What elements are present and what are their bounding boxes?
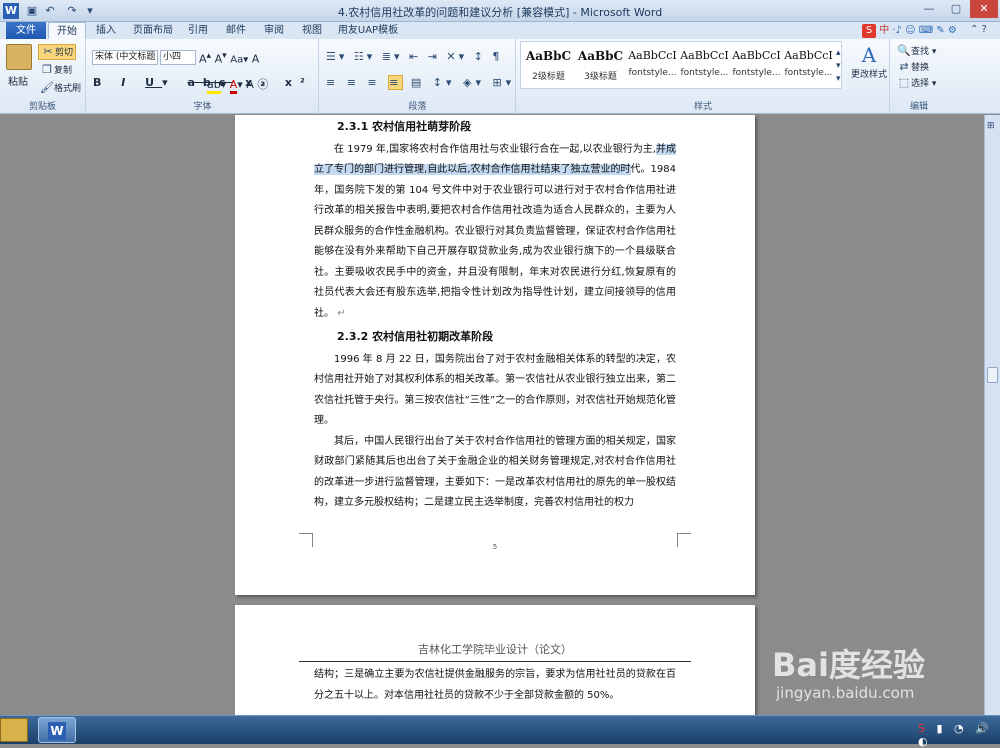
ribbon-tabs: 文件 开始 插入 页面布局 引用 邮件 审阅 视图 用友UAP模板 S 中 ·♪… [0,22,1000,39]
change-styles-icon: A [861,43,877,67]
font-format-buttons[interactable]: B I U▾ abc x₂ x² [93,76,313,89]
ime-icons: ·♪ ☺ ⌨ ✎ ⚙ [892,25,957,36]
tab-references[interactable]: 引用 [180,22,216,39]
window-title: 4.农村信用社改革的问题和建议分析 [兼容模式] - Microsoft Wor… [337,6,663,19]
paragraph: 在 1979 年,国家将农村合作信用社与农业银行合在一起,以农业银行为主,并成立… [314,143,677,319]
paste-button[interactable]: 粘贴 [8,73,28,88]
font-color-buttons[interactable]: ab▾ A▾ A ⓐ [207,76,268,94]
system-tray-icons[interactable]: S ▮ ◔ 🔊 ◐ [918,722,1000,748]
tab-insert[interactable]: 插入 [88,22,124,39]
style-fontstyle-3[interactable]: AaBbCcI fontstyle... [731,45,782,87]
replace-button[interactable]: ⇄ 替换 [897,60,929,74]
ribbon-help-icon[interactable]: ⌃ ? [970,24,987,35]
watermark-url: jingyan.baidu.com [776,684,915,702]
replace-icon: ⇄ [899,60,909,73]
paste-icon[interactable] [6,44,32,70]
maximize-button[interactable]: ▢ [943,0,969,18]
word-taskbar-button[interactable]: W [38,717,76,743]
folder-icon[interactable] [0,718,28,742]
find-button[interactable]: 🔍查找 ▾ [897,44,936,58]
tab-file[interactable]: 文件 [6,22,46,39]
select-icon: ⬚ [898,76,910,89]
select-button[interactable]: ⬚ 选择 ▾ [897,76,937,90]
clipboard-group-label: 剪贴板 [28,102,56,112]
heading-2-3-2: 2.3.2 农村信用社初期改革阶段 [337,330,494,343]
align-buttons[interactable]: ≡ ≡ ≡ ≡ ▤ ↕▾ ◈▾ ⊞▾ [326,75,515,90]
word-icon: W [48,722,66,740]
style-heading-3[interactable]: AaBbC 3级标题 [575,45,626,87]
brush-icon: 🖌 [40,81,54,94]
change-styles-button[interactable]: A 更改样式 [850,43,888,80]
tab-page-layout[interactable]: 页面布局 [128,22,178,39]
format-painter-button[interactable]: 🖌格式刷 [40,81,81,95]
title-bar: W ▣ ↶ ↷ ▾ 4.农村信用社改革的问题和建议分析 [兼容模式] - Mic… [0,0,1000,22]
paragraph: 1996 年 8 月 22 日，国务院出台了对于农村金融相关体系的转型的决定，农… [314,353,676,427]
paragraph[interactable]: 结构；三是确立主要为农信社提供金融服务的宗旨，要求为信用社社员的贷款在百分之五十… [314,665,676,706]
paragraph-group: ☰▾ ☷▾ ≣▾ ⇤ ⇥ ✕▾ ↕ ¶ ≡ ≡ ≡ ≡ ▤ ↕▾ ◈▾ ⊞▾ 段… [320,39,516,114]
font-group: 宋体 (中文标题 小四 A▴ A▾ Aa▾ A B I U▾ abc x₂ x²… [87,39,319,114]
close-button[interactable]: ✕ [970,0,998,18]
page-6: 吉林化工学院毕业设计（论文） 结构；三是确立主要为农信社提供金融服务的宗旨，要求… [235,605,755,715]
tab-mailings[interactable]: 邮件 [218,22,254,39]
styles-group-label: 样式 [693,102,712,112]
ribbon-home: 粘贴 ✂ 剪切 ❐ 复制 🖌格式刷 剪贴板 宋体 (中文标题 小四 A▴ A▾ Aa… [0,39,1000,114]
watermark-brand: Bai度经验 [772,646,925,684]
scissors-icon: ✂ [43,45,53,58]
tab-review[interactable]: 审阅 [256,22,292,39]
page-5: 2.3.1 农村信用社萌芽阶段 在 1979 年,国家将农村合作信用社与农业银行… [235,115,755,595]
list-buttons[interactable]: ☰▾ ☷▾ ≣▾ ⇤ ⇥ ✕▾ ↕ ¶ [326,50,502,63]
clipboard-group: 粘贴 ✂ 剪切 ❐ 复制 🖌格式刷 剪贴板 [0,39,86,114]
ime-toolbar[interactable]: S 中 ·♪ ☺ ⌨ ✎ ⚙ [862,22,962,39]
vertical-scrollbar[interactable]: ⊞ [984,115,1000,715]
styles-group: AaBbC 2级标题 AaBbC 3级标题 AaBbCcI fontstyle... … [517,39,890,114]
ruler-toggle-icon[interactable]: ⊞ [987,121,995,131]
editing-group: 🔍查找 ▾ ⇄ 替换 ⬚ 选择 ▾ 编辑 [891,39,947,114]
style-fontstyle-4[interactable]: AaBbCcI fontstyle... [783,45,834,87]
document-area[interactable]: 2.3.1 农村信用社萌芽阶段 在 1979 年,国家将农村合作信用社与农业银行… [0,115,984,715]
paragraph: 其后，中国人民银行出台了关于农村合作信用社的管理方面的相关规定，国家财政部门紧随… [314,435,676,509]
font-size-select[interactable]: 小四 [160,50,196,65]
ime-mode-label: 中 [879,25,890,36]
taskbar: W S ▮ ◔ 🔊 ◐ [0,715,1000,748]
style-fontstyle-1[interactable]: AaBbCcI fontstyle... [627,45,678,87]
font-name-select[interactable]: 宋体 (中文标题 [92,50,158,65]
copy-icon: ❐ [42,63,52,76]
watermark: Bai度经验 jingyan.baidu.com [772,640,992,710]
tab-home[interactable]: 开始 [48,22,86,39]
binoculars-icon: 🔍 [897,44,911,57]
header-rule [299,661,691,662]
page-number: 5 [492,543,498,551]
style-heading-2[interactable]: AaBbC 2级标题 [523,45,574,87]
paragraph-group-label: 段落 [408,102,427,112]
copy-button[interactable]: ❐ 复制 [40,63,72,77]
page-header: 吉林化工学院毕业设计（论文） [418,643,572,656]
cut-button[interactable]: ✂ 剪切 [38,44,77,60]
tab-view[interactable]: 视图 [294,22,330,39]
style-fontstyle-2[interactable]: AaBbCcI fontstyle... [679,45,730,87]
minimize-button[interactable]: — [916,0,942,18]
font-size-buttons[interactable]: A▴ A▾ Aa▾ A [199,50,259,66]
heading-2-3-1: 2.3.1 农村信用社萌芽阶段 [337,120,472,133]
styles-scroll-buttons[interactable]: ▴ ▾ ▾ [836,47,841,86]
page-5-body[interactable]: 2.3.1 农村信用社萌芽阶段 在 1979 年,国家将农村合作信用社与农业银行… [314,117,677,514]
font-group-label: 字体 [193,102,212,112]
sogou-icon: S [862,24,876,38]
scroll-thumb[interactable] [987,367,998,383]
editing-group-label: 编辑 [909,102,928,112]
tab-uap-template[interactable]: 用友UAP模板 [334,22,402,39]
